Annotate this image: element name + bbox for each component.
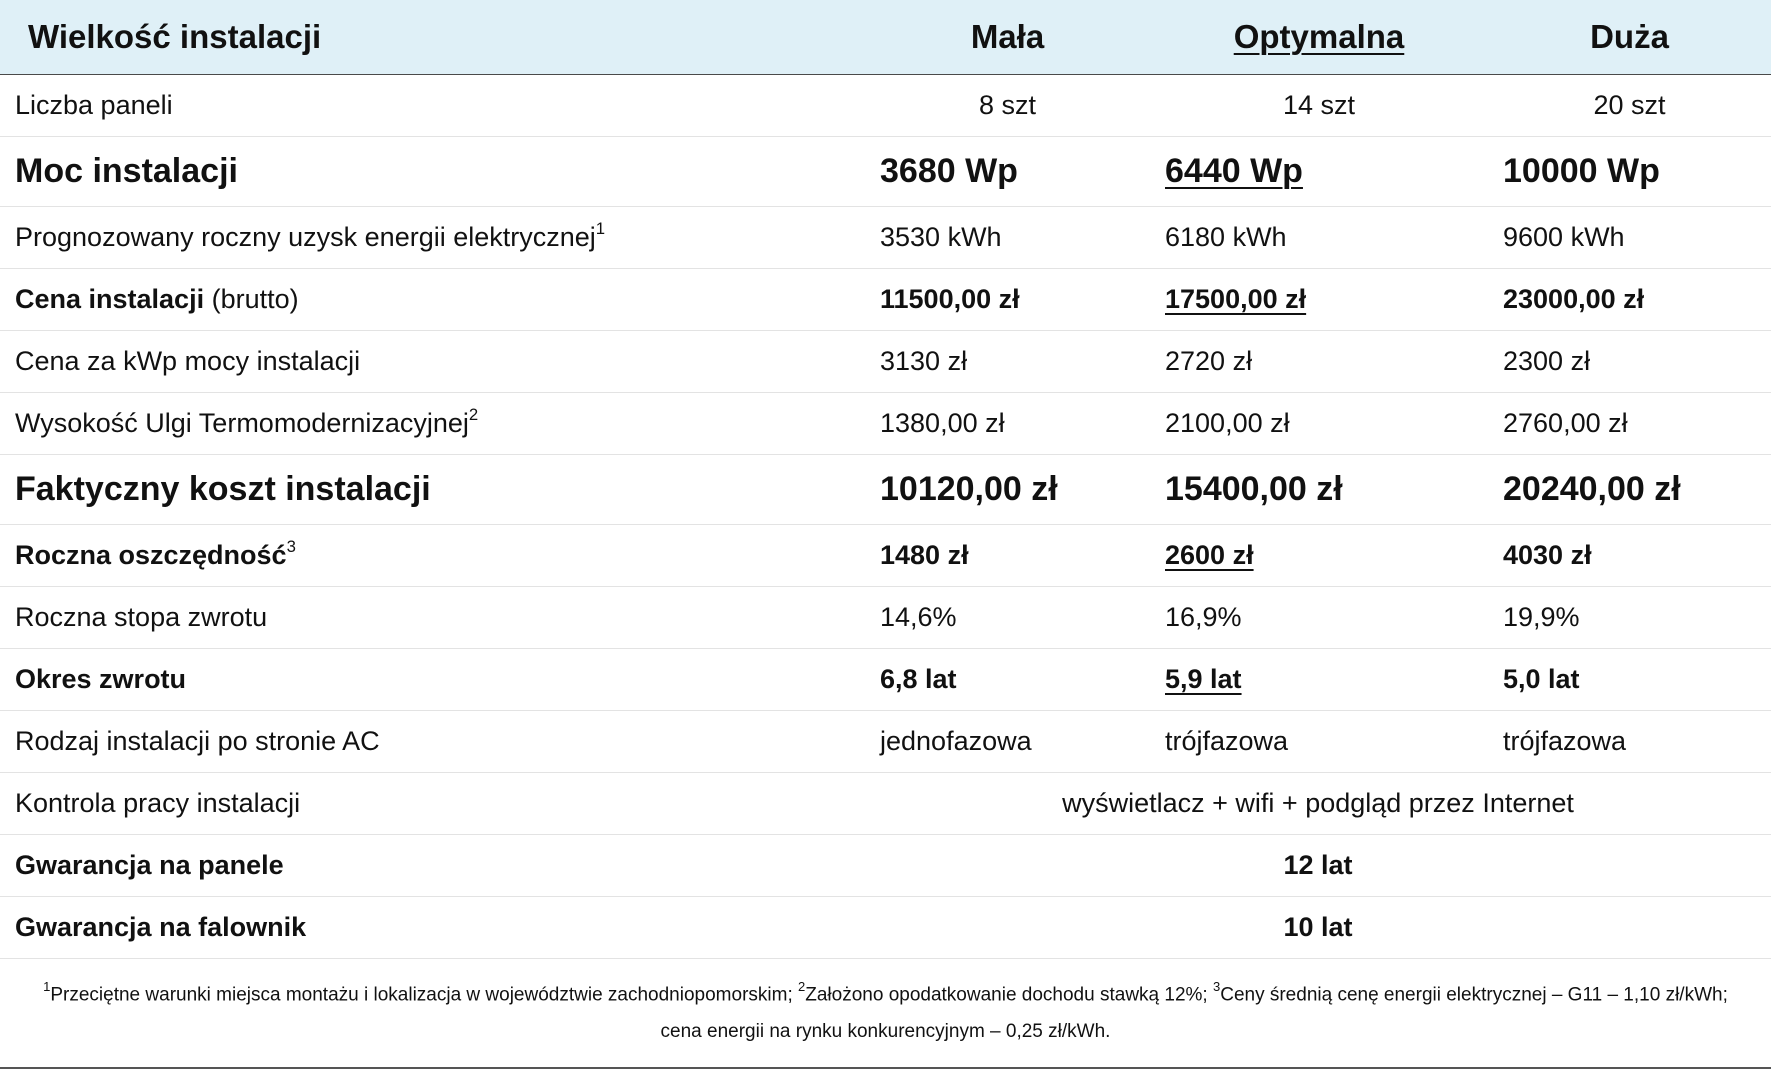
row-yield: Prognozowany roczny uzysk energii elektr… bbox=[0, 206, 1771, 268]
cell-large: 10000 Wp bbox=[1503, 151, 1660, 190]
cell-optimal-value: 6440 Wp bbox=[1165, 151, 1303, 190]
cell-small: 3530 kWh bbox=[880, 221, 1002, 252]
row-panels: Liczba paneli 8 szt 14 szt 20 szt bbox=[0, 74, 1771, 136]
cell-optimal: 2600 zł bbox=[1150, 524, 1488, 586]
footnote-number: 2 bbox=[798, 979, 806, 994]
row-label: Moc instalacji bbox=[15, 151, 238, 190]
cell-large: 19,9% bbox=[1503, 601, 1580, 632]
cell-small: 8 szt bbox=[978, 89, 1037, 120]
cell-merged: 12 lat bbox=[1283, 849, 1353, 880]
row-price: Cena instalacji (brutto) 11500,00 zł 175… bbox=[0, 268, 1771, 330]
cell-optimal: 5,9 lat bbox=[1150, 648, 1488, 710]
cell-large: 2300 zł bbox=[1503, 345, 1591, 376]
row-label: Cena za kWp mocy instalacji bbox=[15, 345, 361, 376]
cell-small: 1480 zł bbox=[880, 539, 969, 570]
header-title: Wielkość instalacji bbox=[0, 0, 865, 75]
cell-optimal-value: 17500,00 zł bbox=[1165, 283, 1307, 314]
row-inverter-warranty: Gwarancja na falownik 10 lat bbox=[0, 896, 1771, 958]
footnote-text: Przeciętne warunki miejsca montażu i lok… bbox=[50, 984, 799, 1006]
cell-optimal: 17500,00 zł bbox=[1150, 268, 1488, 330]
row-label-text: Prognozowany roczny uzysk energii elektr… bbox=[15, 222, 596, 252]
bottom-divider bbox=[0, 1067, 1771, 1069]
cell-small: jednofazowa bbox=[880, 725, 1032, 756]
row-relief: Wysokość Ulgi Termomodernizacyjnej2 1380… bbox=[0, 392, 1771, 454]
cell-large: 20240,00 zł bbox=[1503, 469, 1681, 508]
cell-large: 4030 zł bbox=[1503, 539, 1592, 570]
cell-small: 14,6% bbox=[880, 601, 957, 632]
footnote-number: 1 bbox=[43, 979, 51, 994]
cell-small: 10120,00 zł bbox=[880, 469, 1058, 508]
row-price-per-kwp: Cena za kWp mocy instalacji 3130 zł 2720… bbox=[0, 330, 1771, 392]
comparison-page: Wielkość instalacji Mała Optymalna Duża … bbox=[0, 0, 1771, 1070]
header-optimal: Optymalna bbox=[1150, 0, 1488, 75]
row-label-text: Wysokość Ulgi Termomodernizacyjnej bbox=[15, 408, 469, 438]
cell-merged: wyświetlacz + wifi + podgląd przez Inter… bbox=[1062, 787, 1574, 818]
footnotes: 1Przeciętne warunki miejsca montażu i lo… bbox=[20, 970, 1751, 1050]
cell-optimal: 15400,00 zł bbox=[1165, 469, 1343, 508]
cell-small: 6,8 lat bbox=[880, 663, 957, 694]
row-savings: Roczna oszczędność3 1480 zł 2600 zł 4030… bbox=[0, 524, 1771, 586]
row-label: Cena instalacji (brutto) bbox=[0, 268, 865, 330]
header-optimal-label: Optymalna bbox=[1233, 17, 1405, 55]
row-ac-type: Rodzaj instalacji po stronie AC jednofaz… bbox=[0, 710, 1771, 772]
row-payback: Okres zwrotu 6,8 lat 5,9 lat 5,0 lat bbox=[0, 648, 1771, 710]
cell-optimal: 6180 kWh bbox=[1165, 221, 1287, 252]
cell-optimal: 2100,00 zł bbox=[1165, 407, 1290, 438]
cell-small: 3130 zł bbox=[880, 345, 968, 376]
footnote-ref: 1 bbox=[595, 219, 606, 238]
cell-small: 11500,00 zł bbox=[880, 283, 1020, 314]
cell-small: 1380,00 zł bbox=[880, 407, 1005, 438]
row-label: Rodzaj instalacji po stronie AC bbox=[15, 725, 380, 756]
cell-small: 3680 Wp bbox=[880, 151, 1018, 190]
row-return-rate: Roczna stopa zwrotu 14,6% 16,9% 19,9% bbox=[0, 586, 1771, 648]
footnote-ref: 3 bbox=[286, 537, 296, 556]
footnote-number: 3 bbox=[1212, 979, 1221, 994]
installation-comparison-table: Wielkość instalacji Mała Optymalna Duża … bbox=[0, 0, 1771, 959]
row-actual-cost: Faktyczny koszt instalacji 10120,00 zł 1… bbox=[0, 454, 1771, 524]
row-label-suffix: (brutto) bbox=[211, 283, 299, 314]
cell-optimal-value: 2600 zł bbox=[1165, 539, 1254, 570]
row-label: Gwarancja na falownik bbox=[15, 911, 307, 942]
cell-optimal: 16,9% bbox=[1165, 601, 1242, 632]
row-power: Moc instalacji 3680 Wp 6440 Wp 10000 Wp bbox=[0, 136, 1771, 206]
cell-optimal-value: 5,9 lat bbox=[1165, 663, 1242, 694]
row-label: Roczna oszczędność3 bbox=[0, 524, 865, 586]
row-label-text: Cena instalacji bbox=[15, 283, 205, 314]
row-label: Liczba paneli bbox=[15, 89, 173, 120]
cell-optimal: 2720 zł bbox=[1165, 345, 1253, 376]
row-label: Wysokość Ulgi Termomodernizacyjnej2 bbox=[0, 392, 865, 454]
row-label: Prognozowany roczny uzysk energii elektr… bbox=[0, 206, 865, 268]
header-small: Mała bbox=[865, 0, 1150, 75]
row-label: Gwarancja na panele bbox=[15, 849, 284, 880]
cell-large: 20 szt bbox=[1593, 89, 1666, 120]
table-header-row: Wielkość instalacji Mała Optymalna Duża bbox=[0, 0, 1771, 75]
footnote-text: Założono opodatkowanie dochodu stawką 12… bbox=[805, 984, 1213, 1006]
row-label: Kontrola pracy instalacji bbox=[15, 787, 301, 818]
cell-large: 2760,00 zł bbox=[1503, 407, 1628, 438]
cell-optimal: trójfazowa bbox=[1165, 725, 1289, 756]
cell-large: 9600 kWh bbox=[1503, 221, 1625, 252]
row-label: Faktyczny koszt instalacji bbox=[15, 469, 431, 508]
header-large: Duża bbox=[1488, 0, 1771, 75]
row-monitoring: Kontrola pracy instalacji wyświetlacz + … bbox=[0, 772, 1771, 834]
cell-optimal: 14 szt bbox=[1282, 89, 1356, 120]
cell-large: 23000,00 zł bbox=[1503, 283, 1645, 314]
cell-large: 5,0 lat bbox=[1503, 663, 1580, 694]
row-label: Roczna stopa zwrotu bbox=[15, 601, 268, 632]
footnote-ref: 2 bbox=[468, 405, 479, 424]
row-label-text: Roczna oszczędność bbox=[15, 540, 287, 570]
cell-merged: 10 lat bbox=[1283, 911, 1353, 942]
row-label: Okres zwrotu bbox=[15, 663, 187, 694]
cell-optimal: 6440 Wp bbox=[1150, 136, 1488, 206]
row-panel-warranty: Gwarancja na panele 12 lat bbox=[0, 834, 1771, 896]
cell-large: trójfazowa bbox=[1503, 725, 1627, 756]
